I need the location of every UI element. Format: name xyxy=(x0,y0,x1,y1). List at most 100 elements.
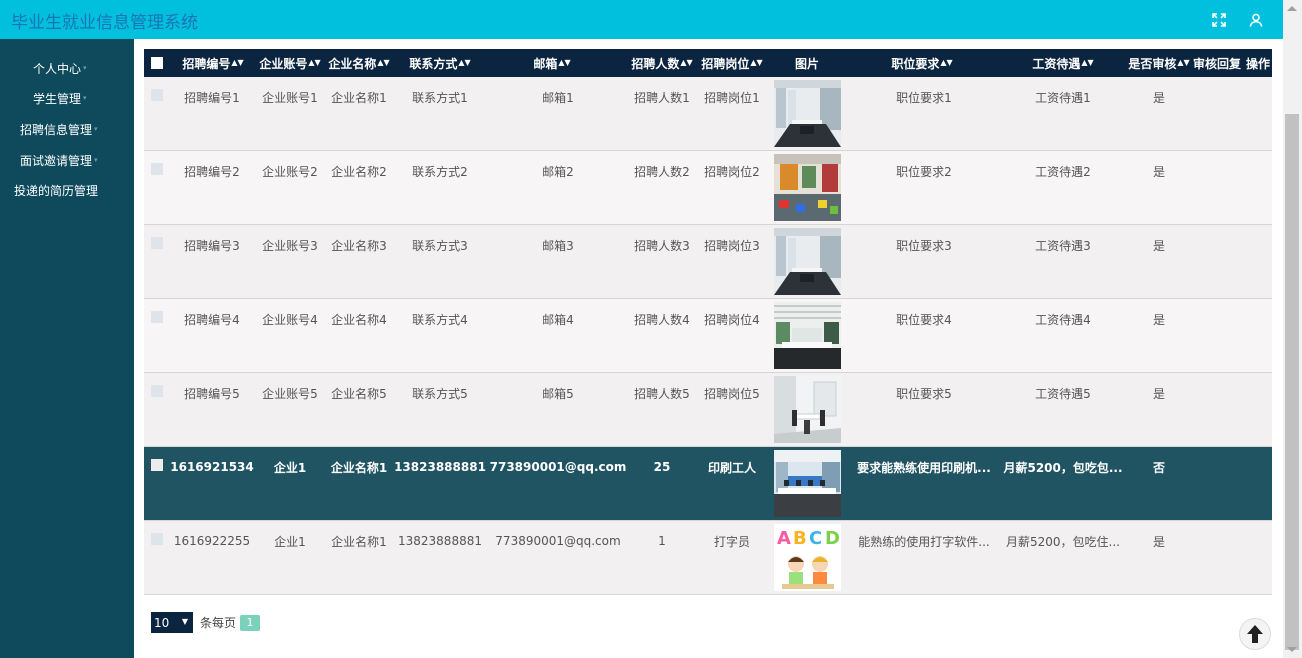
cell-id: 招聘编号3 xyxy=(184,238,240,253)
cell-audited: 是 xyxy=(1152,90,1165,105)
page-size-select[interactable]: 10 ▼ xyxy=(151,612,193,633)
column-header-account[interactable]: 企业账号 ▲▼ xyxy=(259,49,320,77)
table-row[interactable]: 招聘编号3 企业账号3 企业名称3 联系方式3 邮箱3 招聘人数3 招聘岗位3 职位要求3 工资… xyxy=(144,225,1272,299)
scroll-up-arrow-icon[interactable] xyxy=(1287,6,1297,11)
page-size-value: 10 xyxy=(154,615,170,630)
cell-requirement: 要求能熟练使用印刷机... xyxy=(857,460,991,475)
column-header-id[interactable]: 招聘编号 ▲▼ xyxy=(182,49,243,77)
sort-icon[interactable]: ▲▼ xyxy=(458,59,470,67)
column-header-salary[interactable]: 工资待遇 ▲▼ xyxy=(1032,49,1093,77)
page-number-current[interactable]: 1 xyxy=(240,614,261,631)
table-row[interactable]: 招聘编号5 企业账号5 企业名称5 联系方式5 邮箱5 招聘人数5 招聘岗位5 职位要求5 工资… xyxy=(144,373,1272,447)
column-header-position[interactable]: 招聘岗位 ▲▼ xyxy=(701,49,763,77)
fullscreen-icon[interactable] xyxy=(1206,7,1231,32)
row-checkbox[interactable] xyxy=(151,89,163,101)
sidebar-item-resume-management[interactable]: 投递的简历管理 xyxy=(14,179,98,201)
cell-reply xyxy=(1192,385,1242,401)
column-header-email[interactable]: 邮箱 ▲▼ xyxy=(532,49,572,77)
cell-reply xyxy=(1192,533,1242,549)
cell-audited: 是 xyxy=(1152,164,1165,179)
scrollbar-thumb[interactable] xyxy=(1285,114,1299,650)
sidebar-item-label: 学生管理 xyxy=(33,91,82,106)
cell-id: 招聘编号2 xyxy=(184,164,240,179)
cell-company: 企业名称4 xyxy=(331,312,387,327)
row-checkbox[interactable] xyxy=(151,459,163,471)
cell-company: 企业名称3 xyxy=(331,238,387,253)
cell-id: 1616922255 xyxy=(173,534,251,548)
column-header-requirement[interactable]: 职位要求 ▲▼ xyxy=(891,49,952,77)
row-checkbox[interactable] xyxy=(151,385,163,397)
cell-reply xyxy=(1192,163,1242,179)
row-checkbox[interactable] xyxy=(151,533,163,545)
sidebar-item-label: 投递的简历管理 xyxy=(14,183,99,198)
column-header-audited[interactable]: 是否审核 ▲▼ xyxy=(1128,49,1189,77)
column-header-label: 招聘人数 xyxy=(631,56,680,71)
table-row[interactable]: 1616921534 企业1 企业名称1 13823888881 773890001@q… xyxy=(144,447,1272,521)
sort-icon[interactable]: ▲▼ xyxy=(308,59,320,67)
cell-company: 企业名称2 xyxy=(331,164,387,179)
column-header-label: 工资待遇 xyxy=(1032,56,1081,71)
cell-position: 招聘岗位1 xyxy=(704,90,760,105)
cell-count: 招聘人数5 xyxy=(634,386,690,401)
cell-salary: 工资待遇2 xyxy=(1035,164,1091,179)
vertical-scrollbar[interactable] xyxy=(1283,0,1302,658)
sidebar-item-student-management[interactable]: 学生管理 ▾ xyxy=(33,87,87,109)
cell-requirement: 职位要求5 xyxy=(896,386,952,401)
recruitment-table: 招聘编号 ▲▼ 企业账号 ▲▼ 企业名称 ▲▼ 联系方式 ▲▼ 邮箱 ▲▼ 招聘人数 ▲▼ … xyxy=(144,49,1272,595)
row-checkbox[interactable] xyxy=(151,237,163,249)
caret-down-icon: ▾ xyxy=(83,94,87,102)
cell-position: 招聘岗位2 xyxy=(704,164,760,179)
column-header-label: 企业账号 xyxy=(259,56,308,71)
row-checkbox[interactable] xyxy=(151,163,163,175)
sidebar-item-interview-management[interactable]: 面试邀请管理 ▾ xyxy=(20,149,98,171)
cell-count: 1 xyxy=(658,534,666,548)
app-title: 毕业生就业信息管理系统 xyxy=(11,13,198,33)
sort-icon[interactable]: ▲▼ xyxy=(750,59,762,67)
scroll-down-arrow-icon[interactable] xyxy=(1287,647,1297,652)
sort-icon[interactable]: ▲▼ xyxy=(558,59,570,67)
table-row[interactable]: 1616922255 企业1 企业名称1 13823888881 773890001@q… xyxy=(144,521,1272,595)
cell-count: 招聘人数4 xyxy=(634,312,690,327)
column-header-company[interactable]: 企业名称 ▲▼ xyxy=(328,49,389,77)
sort-icon[interactable]: ▲▼ xyxy=(231,59,243,67)
column-header-count[interactable]: 招聘人数 ▲▼ xyxy=(631,49,692,77)
cell-id: 招聘编号4 xyxy=(184,312,240,327)
cell-reply xyxy=(1192,459,1242,475)
cell-id: 招聘编号5 xyxy=(184,386,240,401)
column-header-label: 审核回复 xyxy=(1192,56,1241,71)
cell-position: 印刷工人 xyxy=(707,460,756,475)
sort-icon[interactable]: ▲▼ xyxy=(1177,59,1189,67)
cell-email: 邮箱3 xyxy=(542,238,574,253)
cell-reply xyxy=(1192,311,1242,327)
pagination: 10 ▼ 条每页 1 xyxy=(151,612,261,633)
chevron-down-icon: ▼ xyxy=(181,617,188,626)
cell-email: 773890001@qq.com xyxy=(489,460,627,474)
cell-requirement: 职位要求2 xyxy=(896,164,952,179)
row-checkbox[interactable] xyxy=(151,311,163,323)
per-page-label: 条每页 xyxy=(200,616,237,630)
table-row[interactable]: 招聘编号2 企业账号2 企业名称2 联系方式2 邮箱2 招聘人数2 招聘岗位2 职位要求2 工资… xyxy=(144,151,1272,225)
cell-account: 企业账号3 xyxy=(262,238,318,253)
cell-id: 1616921534 xyxy=(170,460,254,474)
cell-id: 招聘编号1 xyxy=(184,90,240,105)
table-row[interactable]: 招聘编号1 企业账号1 企业名称1 联系方式1 邮箱1 招聘人数1 招聘岗位1 职位要求1 工资… xyxy=(144,77,1272,151)
sidebar-item-personal-center[interactable]: 个人中心 ▾ xyxy=(33,57,87,79)
cell-email: 邮箱4 xyxy=(542,312,574,327)
cell-account: 企业账号2 xyxy=(262,164,318,179)
sort-icon[interactable]: ▲▼ xyxy=(940,59,952,67)
sort-icon[interactable]: ▲▼ xyxy=(377,59,389,67)
back-to-top-button[interactable] xyxy=(1239,618,1271,650)
select-all-checkbox[interactable] xyxy=(151,57,163,69)
column-header-contact[interactable]: 联系方式 ▲▼ xyxy=(409,49,470,77)
cell-contact: 联系方式5 xyxy=(412,386,468,401)
cell-contact: 联系方式4 xyxy=(412,312,468,327)
cell-contact: 13823888881 xyxy=(398,534,482,548)
cell-count: 25 xyxy=(653,460,671,474)
row-image xyxy=(774,302,841,369)
sort-icon[interactable]: ▲▼ xyxy=(1081,59,1093,67)
cell-salary: 工资待遇4 xyxy=(1035,312,1091,327)
sort-icon[interactable]: ▲▼ xyxy=(680,59,692,67)
user-icon[interactable] xyxy=(1243,7,1268,32)
sidebar-item-recruitment-management[interactable]: 招聘信息管理 ▾ xyxy=(20,118,98,140)
table-row[interactable]: 招聘编号4 企业账号4 企业名称4 联系方式4 邮箱4 招聘人数4 招聘岗位4 职位要求4 工资… xyxy=(144,299,1272,373)
